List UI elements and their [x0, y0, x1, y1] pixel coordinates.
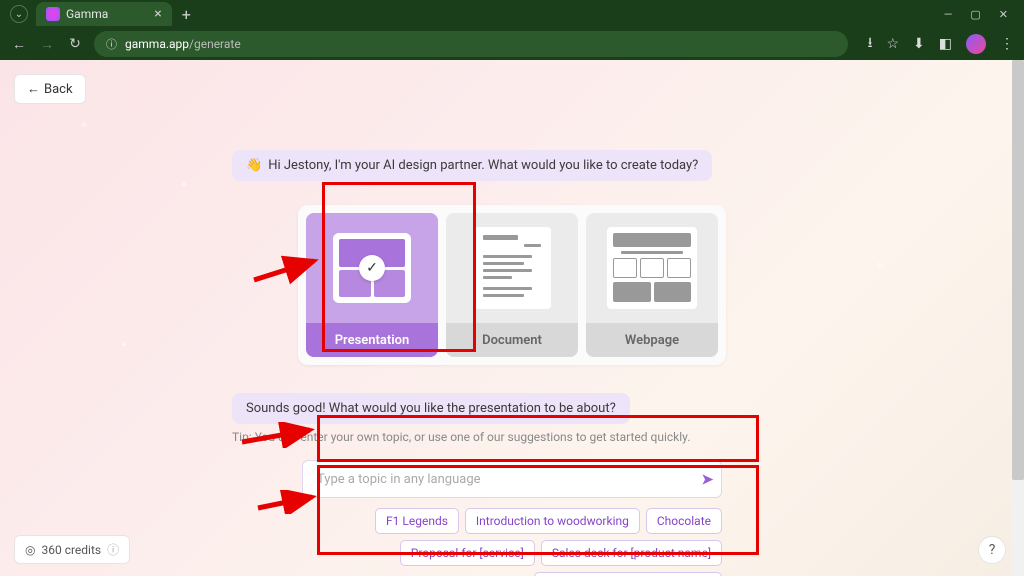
greeting-text: Hi Jestony, I'm your AI design partner. …: [268, 158, 698, 173]
download-icon[interactable]: ⬇: [913, 36, 925, 52]
card-document-label: Document: [446, 323, 578, 357]
wave-icon: 👋: [246, 158, 262, 173]
card-presentation[interactable]: ✓ Presentation: [306, 213, 438, 357]
credits-text: 360 credits: [41, 543, 101, 557]
page-background: ✦ ✦ ✦ ✦ ← Back 👋 Hi Jestony, I'm your AI…: [0, 60, 1024, 576]
send-icon[interactable]: ➤: [701, 470, 714, 489]
card-webpage-label: Webpage: [586, 323, 718, 357]
check-icon: ✓: [359, 255, 385, 281]
url-bar[interactable]: ⓘ gamma.app/generate: [94, 31, 848, 57]
page-viewport: ✦ ✦ ✦ ✦ ← Back 👋 Hi Jestony, I'm your AI…: [0, 60, 1024, 576]
browser-tab[interactable]: Gamma ×: [36, 2, 172, 26]
bookmark-icon[interactable]: ☆: [886, 36, 899, 52]
maximize-icon[interactable]: ▢: [970, 8, 980, 21]
card-presentation-label: Presentation: [306, 323, 438, 357]
reload-icon[interactable]: ↻: [66, 36, 84, 52]
suggestion-chip[interactable]: Introduction to woodworking: [465, 508, 640, 534]
tab-title: Gamma: [66, 7, 108, 21]
suggestion-chip[interactable]: Proposal for [service]: [400, 540, 535, 566]
close-tab-icon[interactable]: ×: [154, 6, 161, 22]
extensions-icon[interactable]: ◧: [939, 36, 952, 52]
url-text: gamma.app/generate: [125, 37, 241, 51]
ai-followup-bubble: Sounds good! What would you like the pre…: [232, 393, 630, 424]
suggestion-chip[interactable]: F1 Legends: [375, 508, 459, 534]
back-icon[interactable]: ←: [10, 36, 28, 53]
back-label: Back: [44, 82, 73, 97]
site-info-icon[interactable]: ⓘ: [106, 36, 117, 52]
tab-search-button[interactable]: ⌄: [10, 5, 28, 23]
back-button[interactable]: ← Back: [14, 74, 86, 104]
arrow-left-icon: ←: [27, 81, 40, 97]
document-preview: [446, 213, 578, 323]
topic-input[interactable]: [302, 460, 722, 498]
new-tab-button[interactable]: +: [182, 5, 191, 24]
scrollbar-thumb[interactable]: [1012, 60, 1024, 480]
browser-titlebar: ⌄ Gamma × + — ▢ ✕: [0, 0, 1024, 28]
minimize-icon[interactable]: —: [944, 8, 953, 21]
gamma-favicon: [46, 7, 60, 21]
webpage-preview: [586, 213, 718, 323]
scrollbar[interactable]: [1012, 60, 1024, 576]
suggestion-chips: F1 Legends Introduction to woodworking C…: [302, 508, 722, 576]
suggestion-chip[interactable]: Chocolate: [646, 508, 722, 534]
close-window-icon[interactable]: ✕: [999, 8, 1008, 21]
help-button[interactable]: ?: [978, 536, 1006, 564]
coin-icon: ◎: [25, 543, 35, 557]
card-document[interactable]: Document: [446, 213, 578, 357]
install-app-icon[interactable]: ⭳: [868, 32, 873, 56]
info-icon: ⓘ: [107, 541, 119, 558]
format-cards: ✓ Presentation Document: [298, 205, 726, 365]
suggestion-chip[interactable]: Sales deck for [product name]: [541, 540, 722, 566]
menu-icon[interactable]: ⋮: [1000, 36, 1014, 52]
tip-text: Tip: You can enter your own topic, or us…: [232, 430, 690, 444]
ai-greeting-bubble: 👋 Hi Jestony, I'm your AI design partner…: [232, 150, 712, 181]
card-webpage[interactable]: Webpage: [586, 213, 718, 357]
browser-toolbar: ← → ↻ ⓘ gamma.app/generate ⭳ ☆ ⬇ ◧ ⋮: [0, 28, 1024, 60]
credits-badge[interactable]: ◎ 360 credits ⓘ: [14, 535, 130, 564]
presentation-preview: ✓: [306, 213, 438, 323]
profile-avatar[interactable]: [966, 34, 986, 54]
forward-icon[interactable]: →: [38, 36, 56, 53]
window-controls: — ▢ ✕: [944, 8, 1018, 21]
suggestion-chip[interactable]: The future of space exploration: [534, 572, 722, 576]
